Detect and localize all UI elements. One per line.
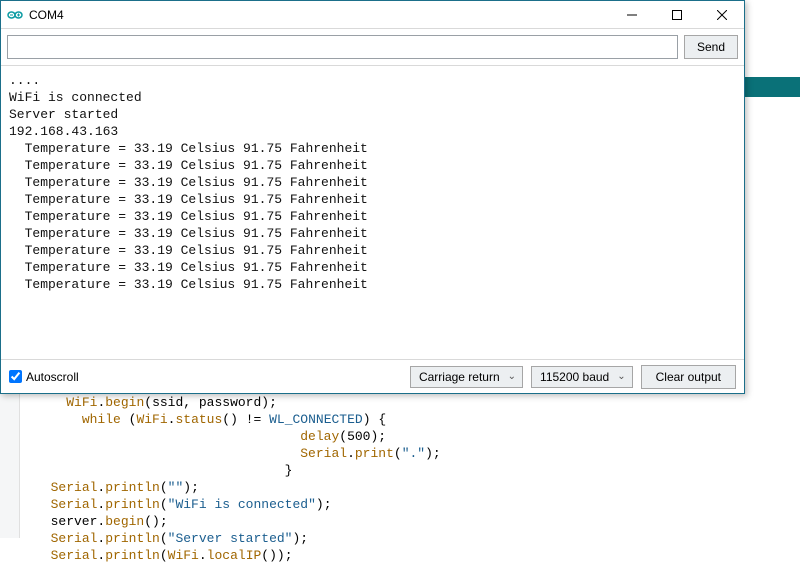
bottom-bar: Autoscroll Carriage return ⌄ 115200 baud… — [1, 359, 744, 393]
serial-input[interactable] — [7, 35, 678, 59]
clear-output-button[interactable]: Clear output — [641, 365, 736, 389]
editor-gutter — [0, 394, 20, 538]
chevron-down-icon: ⌄ — [508, 371, 516, 382]
window-title: COM4 — [29, 8, 64, 22]
autoscroll-label: Autoscroll — [26, 370, 79, 384]
line-ending-select[interactable]: Carriage return ⌄ — [410, 366, 523, 388]
baud-select[interactable]: 115200 baud ⌄ — [531, 366, 633, 388]
code-editor[interactable]: WiFi.begin(ssid, password); while (WiFi.… — [35, 394, 800, 564]
maximize-button[interactable] — [654, 1, 699, 29]
serial-output: .... WiFi is connected Server started 19… — [1, 66, 744, 359]
arduino-icon — [7, 7, 23, 23]
titlebar[interactable]: COM4 — [1, 1, 744, 29]
send-button[interactable]: Send — [684, 35, 738, 59]
chevron-down-icon: ⌄ — [617, 371, 625, 382]
autoscroll-checkbox[interactable]: Autoscroll — [9, 370, 79, 384]
baud-value: 115200 baud — [540, 370, 609, 384]
serial-monitor-window: COM4 Send .... WiFi is connected Server … — [0, 0, 745, 394]
line-ending-value: Carriage return — [419, 370, 500, 384]
minimize-button[interactable] — [609, 1, 654, 29]
close-button[interactable] — [699, 1, 744, 29]
autoscroll-input[interactable] — [9, 370, 22, 383]
send-row: Send — [1, 29, 744, 66]
window-controls — [609, 1, 744, 29]
